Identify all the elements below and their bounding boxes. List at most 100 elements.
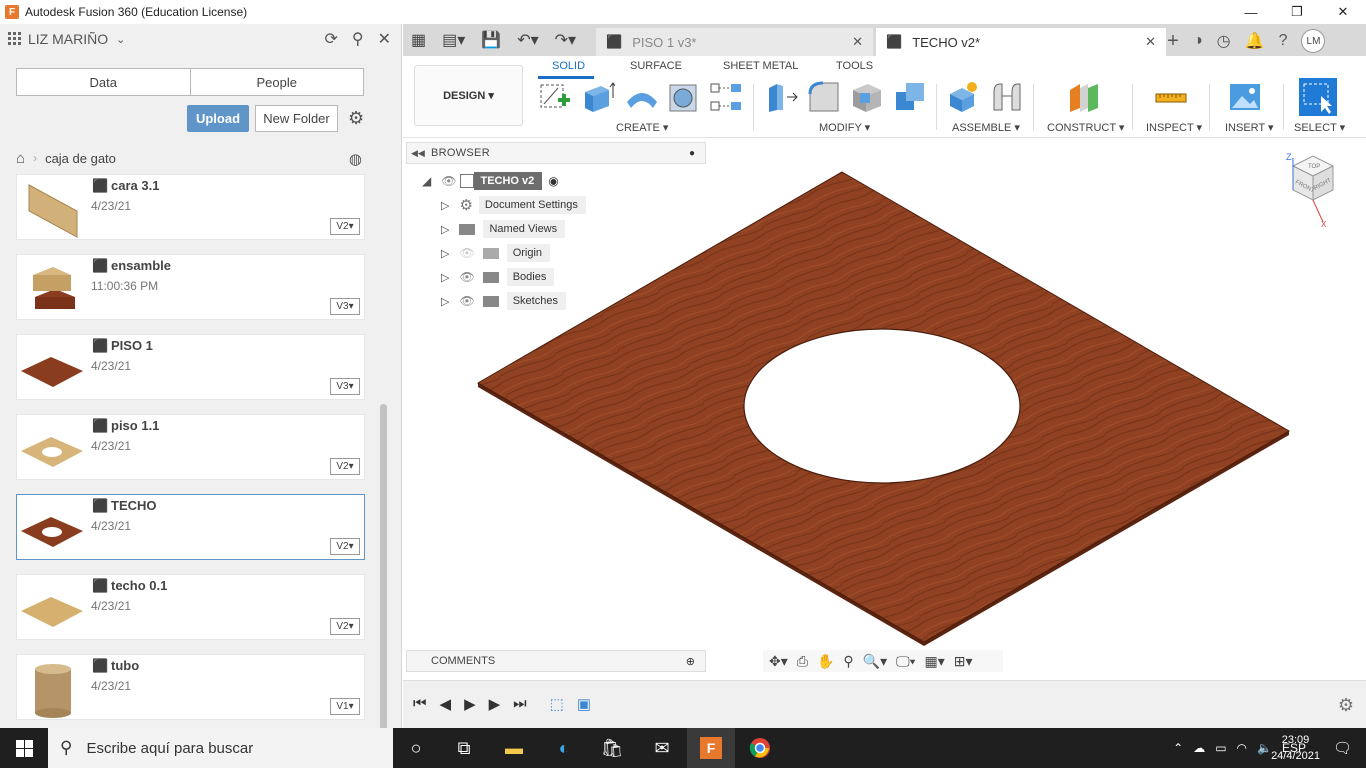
- timeline-extrude-feature-icon[interactable]: ▣: [577, 695, 591, 713]
- upload-button[interactable]: Upload: [187, 105, 249, 132]
- minimize-browser-icon[interactable]: ●: [689, 148, 695, 159]
- undo-icon[interactable]: ↶▾: [517, 30, 538, 50]
- tab-people[interactable]: People: [191, 69, 364, 95]
- version-badge[interactable]: V2 ▾: [330, 618, 360, 635]
- press-pull-icon[interactable]: [765, 80, 799, 114]
- close-tab-icon[interactable]: ✕: [852, 34, 863, 50]
- timeline-play-icon[interactable]: ▶: [464, 695, 476, 713]
- add-comment-icon[interactable]: ⊕: [686, 655, 695, 668]
- save-icon[interactable]: 💾: [481, 30, 501, 50]
- joint-icon[interactable]: [990, 80, 1024, 114]
- version-badge[interactable]: V2 ▾: [330, 458, 360, 475]
- inspect-menu[interactable]: INSPECT ▾: [1146, 121, 1202, 134]
- expand-triangle-icon[interactable]: ▷: [441, 247, 449, 260]
- chevron-up-icon[interactable]: ⌃: [1173, 741, 1183, 755]
- look-at-icon[interactable]: ⎙: [797, 653, 808, 670]
- globe-icon[interactable]: ◍: [349, 150, 362, 168]
- browser-item-sketches[interactable]: ▷ 👁 Sketches: [441, 291, 566, 311]
- cortana-icon[interactable]: ○: [392, 728, 440, 768]
- file-menu-icon[interactable]: ▤▾: [442, 30, 465, 50]
- file-item[interactable]: ⬛ tubo 4/23/21 V1 ▾: [16, 654, 365, 720]
- file-item[interactable]: ⬛ piso 1.1 4/23/21 V2 ▾: [16, 414, 365, 480]
- job-status-icon[interactable]: ◷: [1217, 31, 1231, 51]
- create-sketch-icon[interactable]: [538, 80, 572, 114]
- comments-panel-header[interactable]: COMMENTS ⊕: [406, 650, 706, 672]
- refresh-icon[interactable]: ⟳: [324, 29, 337, 49]
- expand-triangle-icon[interactable]: ▷: [441, 199, 449, 212]
- collapse-triangle-icon[interactable]: ◢: [422, 174, 431, 188]
- chrome-icon[interactable]: [736, 728, 784, 768]
- timeline-back-icon[interactable]: ◀: [440, 695, 452, 713]
- file-item[interactable]: ⬛ cara 3.1 4/23/21 V2 ▾: [16, 174, 365, 240]
- expand-triangle-icon[interactable]: ▷: [441, 271, 449, 284]
- chevron-down-icon[interactable]: ⌄: [116, 33, 125, 46]
- create-menu[interactable]: CREATE ▾: [616, 121, 668, 134]
- insert-menu[interactable]: INSERT ▾: [1225, 121, 1274, 134]
- tab-sheet-metal[interactable]: SHEET METAL: [723, 60, 798, 72]
- browser-panel-header[interactable]: ◀◀ BROWSER ●: [406, 142, 706, 164]
- new-component-icon[interactable]: [946, 80, 980, 114]
- file-item[interactable]: ⬛ ensamble 11:00:36 PM V3 ▾: [16, 254, 365, 320]
- zoom-icon[interactable]: ⚲: [843, 653, 853, 670]
- maximize-button[interactable]: ❐: [1274, 0, 1320, 24]
- notifications-icon[interactable]: 🔔: [1245, 31, 1265, 51]
- tab-piso1[interactable]: ⬛ PISO 1 v3* ✕: [596, 28, 873, 56]
- store-icon[interactable]: 🛍: [588, 728, 636, 768]
- measure-icon[interactable]: [1154, 80, 1188, 114]
- file-item[interactable]: ⬛ PISO 1 4/23/21 V3 ▾: [16, 334, 365, 400]
- pattern-icon[interactable]: [709, 80, 743, 114]
- breadcrumb-folder[interactable]: caja de gato: [45, 151, 116, 166]
- select-menu[interactable]: SELECT ▾: [1294, 121, 1345, 134]
- version-badge[interactable]: V3 ▾: [330, 298, 360, 315]
- close-window-button[interactable]: ✕: [1320, 0, 1366, 24]
- user-name[interactable]: LIZ MARIÑO: [28, 31, 108, 47]
- extensions-icon[interactable]: ◑: [1193, 32, 1203, 50]
- assemble-menu[interactable]: ASSEMBLE ▾: [952, 121, 1020, 134]
- version-badge[interactable]: V2 ▾: [330, 218, 360, 235]
- eye-icon[interactable]: 👁: [459, 294, 474, 308]
- select-icon[interactable]: [1299, 78, 1337, 116]
- file-explorer-icon[interactable]: ▬: [490, 728, 538, 768]
- display-settings-icon[interactable]: 🖵▾: [896, 653, 915, 670]
- gear-icon[interactable]: ⚙: [1338, 695, 1354, 716]
- browser-item-named-views[interactable]: ▷ Named Views: [441, 219, 566, 239]
- wifi-icon[interactable]: ◠: [1237, 741, 1247, 755]
- tab-surface[interactable]: SURFACE: [630, 60, 682, 72]
- eye-hidden-icon[interactable]: 👁: [459, 246, 474, 260]
- gear-icon[interactable]: ⚙: [348, 108, 364, 129]
- extrude-icon[interactable]: [581, 80, 615, 114]
- browser-item-bodies[interactable]: ▷ 👁 Bodies: [441, 267, 555, 287]
- battery-icon[interactable]: ▭: [1215, 741, 1226, 755]
- notification-icon[interactable]: 🗨: [1333, 739, 1352, 757]
- offset-plane-icon[interactable]: [1066, 80, 1100, 114]
- revolve-icon[interactable]: [625, 80, 659, 114]
- timeline-sketch-feature-icon[interactable]: ⬚: [550, 695, 564, 713]
- insert-image-icon[interactable]: [1228, 80, 1262, 114]
- cloud-icon[interactable]: ☁: [1193, 741, 1205, 755]
- avatar[interactable]: LM: [1301, 29, 1326, 53]
- grid-menu-icon[interactable]: [8, 32, 22, 46]
- eye-icon[interactable]: 👁: [459, 270, 474, 284]
- tab-solid[interactable]: SOLID: [552, 60, 585, 72]
- modify-menu[interactable]: MODIFY ▾: [819, 121, 870, 134]
- timeline-forward-icon[interactable]: ▶: [489, 695, 501, 713]
- file-item-selected[interactable]: ⬛ TECHO 4/23/21 V2 ▾: [16, 494, 365, 560]
- version-badge[interactable]: V2 ▾: [330, 538, 360, 555]
- viewports-icon[interactable]: ⊞▾: [954, 653, 973, 670]
- version-badge[interactable]: V3 ▾: [330, 378, 360, 395]
- close-tab-icon[interactable]: ✕: [1145, 34, 1156, 50]
- construct-menu[interactable]: CONSTRUCT ▾: [1047, 121, 1124, 134]
- browser-root[interactable]: ◢ 👁 TECHO v2 ◉: [422, 171, 559, 191]
- eye-icon[interactable]: 👁: [441, 174, 456, 188]
- close-icon[interactable]: ✕: [378, 29, 391, 49]
- taskbar-clock[interactable]: 23:09 24/4/2021: [1271, 732, 1320, 764]
- tab-tools[interactable]: TOOLS: [836, 60, 873, 72]
- expand-triangle-icon[interactable]: ▷: [441, 223, 449, 236]
- file-item[interactable]: ⬛ techo 0.1 4/23/21 V2 ▾: [16, 574, 365, 640]
- activate-radio-icon[interactable]: ◉: [548, 174, 558, 188]
- tab-data[interactable]: Data: [17, 69, 191, 95]
- view-cube[interactable]: TOP FRONT RIGHT Z X: [1286, 152, 1335, 229]
- workspace-switcher[interactable]: DESIGN ▾: [414, 65, 523, 126]
- taskbar-search[interactable]: ⚲ Escribe aquí para buscar: [48, 728, 393, 768]
- tab-techo[interactable]: ⬛ TECHO v2* ✕: [876, 28, 1166, 56]
